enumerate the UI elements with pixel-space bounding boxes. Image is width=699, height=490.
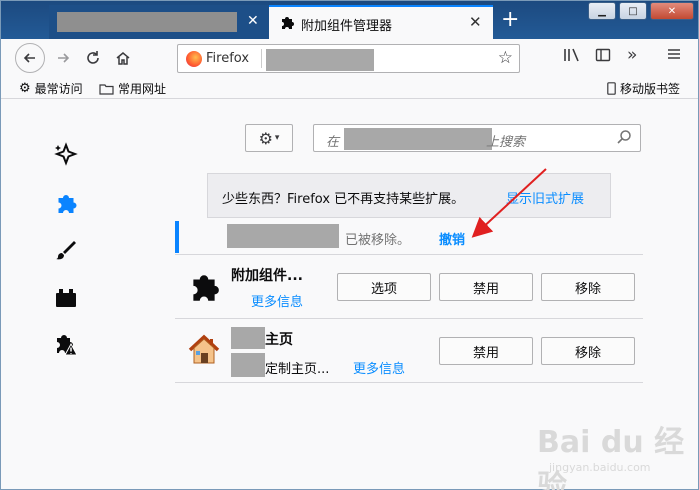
notice-text: 少些东西？Firefox 已不再支持某些扩展。: [222, 192, 465, 207]
tools-menu-button[interactable]: ⚙ ▾: [245, 124, 293, 152]
mobile-bookmarks[interactable]: 移动版书签: [607, 80, 680, 97]
close-window-icon[interactable]: ✕: [650, 2, 694, 20]
gear-icon: ⚙: [19, 81, 31, 96]
disable-button[interactable]: 禁用: [439, 273, 533, 301]
category-themes[interactable]: [53, 237, 79, 263]
search-placeholder-suffix: 上搜索: [486, 135, 526, 150]
watermark-url: jingyan.baidu.com: [549, 461, 651, 474]
removed-notification: 已被移除。 撤销: [175, 219, 643, 255]
menu-icon[interactable]: [667, 47, 681, 65]
maximize-icon[interactable]: □: [619, 2, 647, 20]
close-tab-icon[interactable]: ✕: [247, 13, 259, 29]
firefox-logo-icon: [186, 51, 202, 67]
browser-window: ✕ 附加组件管理器 ✕ + ▁ □ ✕ Firefox ☆ » ⚙ 最常访问 常…: [0, 0, 699, 490]
bookmark-label: 移动版书签: [620, 82, 681, 96]
recommendations-icon: [54, 142, 78, 166]
tab-inactive[interactable]: ✕: [49, 5, 269, 39]
new-tab-icon[interactable]: +: [501, 7, 519, 33]
search-placeholder-prefix: 在: [326, 135, 340, 150]
redacted-url: [266, 49, 374, 71]
close-tab-icon[interactable]: ✕: [469, 13, 482, 31]
bookmarks-toolbar: ⚙ 最常访问 常用网址 移动版书签: [1, 77, 698, 99]
url-bar[interactable]: Firefox ☆: [177, 44, 520, 73]
addon-row: 附加组件... 更多信息 选项 禁用 移除: [175, 257, 643, 319]
mobile-icon: [607, 82, 616, 95]
window-controls: ▁ □ ✕: [588, 2, 694, 20]
redacted-addon-name: [227, 224, 339, 248]
navigation-toolbar: Firefox ☆ »: [1, 39, 698, 77]
reload-icon: [87, 51, 99, 64]
forward-button[interactable]: [49, 44, 77, 72]
home-icon: [187, 333, 221, 371]
options-button[interactable]: 选项: [337, 273, 431, 301]
tab-title: 附加组件管理器: [301, 19, 393, 34]
bookmark-most-visited[interactable]: ⚙ 最常访问: [19, 80, 83, 97]
dropdown-arrow-icon: ▾: [274, 133, 280, 143]
addon-row: 主页 定制主页... 更多信息 禁用 移除: [175, 321, 643, 383]
more-info-link[interactable]: 更多信息: [251, 291, 303, 310]
legacy-extensions-icon: [57, 335, 78, 356]
bookmark-common-sites[interactable]: 常用网址: [99, 80, 166, 97]
redacted-search-source: [344, 128, 492, 150]
home-icon: [116, 52, 130, 65]
remove-button[interactable]: 移除: [541, 273, 635, 301]
bookmark-label: 最常访问: [34, 82, 83, 96]
category-plugins[interactable]: [53, 285, 79, 311]
disable-button[interactable]: 禁用: [439, 337, 533, 365]
addon-description: 定制主页...: [265, 362, 330, 377]
minimize-icon[interactable]: ▁: [588, 2, 616, 20]
removed-text: 已被移除。: [345, 233, 411, 248]
tab-strip: ✕ 附加组件管理器 ✕ + ▁ □ ✕: [1, 1, 698, 39]
forward-arrow-icon: [58, 53, 70, 63]
show-legacy-extensions-link[interactable]: 显示旧式扩展: [506, 188, 584, 207]
accent-bar: [175, 221, 179, 253]
overflow-icon[interactable]: »: [627, 45, 637, 65]
gear-icon: ⚙: [258, 128, 273, 148]
home-button[interactable]: [109, 44, 137, 72]
themes-icon: [56, 241, 76, 260]
back-arrow-icon: [23, 53, 35, 63]
bookmark-label: 常用网址: [118, 82, 167, 96]
search-input[interactable]: 在 上搜索: [313, 124, 641, 152]
folder-icon: [99, 83, 114, 95]
addon-name: 附加组件...: [231, 268, 303, 284]
puzzle-icon: [279, 15, 295, 35]
undo-link[interactable]: 撤销: [439, 229, 465, 248]
remove-button[interactable]: 移除: [541, 337, 635, 365]
category-extensions[interactable]: [53, 191, 79, 217]
watermark: Bai du 经验: [537, 425, 685, 490]
search-icon[interactable]: [616, 129, 632, 149]
plugins-icon: [56, 289, 76, 307]
bookmark-star-icon[interactable]: ☆: [498, 48, 513, 68]
redacted-tab-title: [57, 12, 237, 32]
category-recommendations[interactable]: [53, 141, 79, 167]
more-info-link[interactable]: 更多信息: [353, 358, 405, 377]
addon-name-suffix: 主页: [265, 332, 293, 348]
sidebar-icon[interactable]: [595, 47, 611, 67]
tab-addons-manager[interactable]: 附加组件管理器 ✕: [269, 5, 493, 39]
identity-label: Firefox: [206, 51, 250, 66]
puzzle-icon: [187, 271, 221, 309]
reload-button[interactable]: [79, 44, 107, 72]
redacted-addon-desc: [231, 353, 265, 377]
url-separator: [261, 49, 262, 68]
back-button[interactable]: [15, 43, 45, 73]
redacted-addon-name: [231, 327, 265, 349]
category-legacy-extensions[interactable]: [53, 331, 79, 357]
library-icon[interactable]: [563, 47, 581, 67]
extensions-icon: [58, 195, 77, 213]
legacy-extensions-notice: 少些东西？Firefox 已不再支持某些扩展。 显示旧式扩展: [207, 173, 611, 218]
